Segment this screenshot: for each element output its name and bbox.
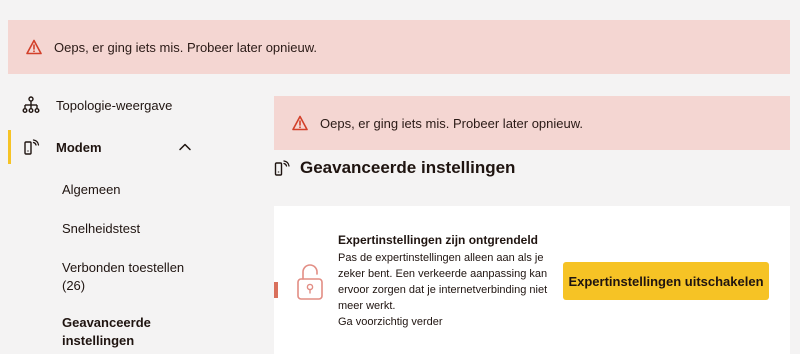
error-message: Oeps, er ging iets mis. Probeer later op…	[320, 115, 584, 131]
sidebar-subitem-connected-devices[interactable]: Verbonden toestellen (26)	[62, 259, 222, 295]
card-text-line: Pas de expertinstellingen alleen aan als…	[338, 252, 544, 264]
page-title: Geavanceerde instellingen	[274, 158, 515, 178]
card-heading: Expertinstellingen zijn ontgrendeld	[338, 233, 539, 247]
warning-triangle-icon	[26, 39, 42, 55]
modem-icon	[274, 160, 290, 176]
sidebar-item-label: Topologie-weergave	[56, 97, 173, 113]
sidebar-subitem-advanced-settings[interactable]: Geavanceerde instellingen	[62, 314, 222, 350]
warning-triangle-icon	[292, 115, 308, 131]
sidebar-item-label: Modem	[56, 139, 102, 155]
warning-accent-bar	[274, 282, 278, 298]
error-banner-top: Oeps, er ging iets mis. Probeer later op…	[8, 20, 790, 74]
sidebar-item-modem[interactable]: Modem	[0, 130, 230, 164]
error-message: Oeps, er ging iets mis. Probeer later op…	[54, 39, 318, 55]
expert-settings-card: Expertinstellingen zijn ontgrendeld Pas …	[274, 206, 790, 354]
card-text-line: meer werkt.	[338, 300, 396, 312]
modem-icon	[24, 139, 40, 155]
network-topology-icon	[22, 96, 40, 113]
active-indicator	[8, 130, 11, 164]
chevron-up-icon[interactable]	[178, 140, 192, 154]
sidebar-subitem-label: Verbonden toestellen	[62, 260, 185, 275]
card-text-line: Ga voorzichtig verder	[338, 316, 443, 328]
card-text-line: ervoor zorgen dat je internetverbinding …	[338, 284, 548, 296]
error-banner-main: Oeps, er ging iets mis. Probeer later op…	[274, 96, 790, 150]
card-text-line: zeker bent. Een verkeerde aanpassing kan	[338, 268, 548, 280]
page-title-text: Geavanceerde instellingen	[300, 158, 516, 177]
sidebar-subitem-speedtest[interactable]: Snelheidstest	[62, 220, 222, 238]
sidebar-item-topology[interactable]: Topologie-weergave	[0, 94, 230, 116]
sidebar-subitem-label: Geavanceerde	[62, 315, 151, 330]
unlocked-padlock-icon	[297, 264, 323, 300]
connected-devices-count: (26)	[62, 278, 86, 293]
disable-expert-settings-button[interactable]: Expertinstellingen uitschakelen	[563, 262, 769, 300]
expert-settings-warning: Expertinstellingen zijn ontgrendeld Pas …	[338, 232, 558, 330]
sidebar-subitem-label: instellingen	[62, 333, 135, 348]
sidebar-subitem-general[interactable]: Algemeen	[62, 181, 222, 199]
